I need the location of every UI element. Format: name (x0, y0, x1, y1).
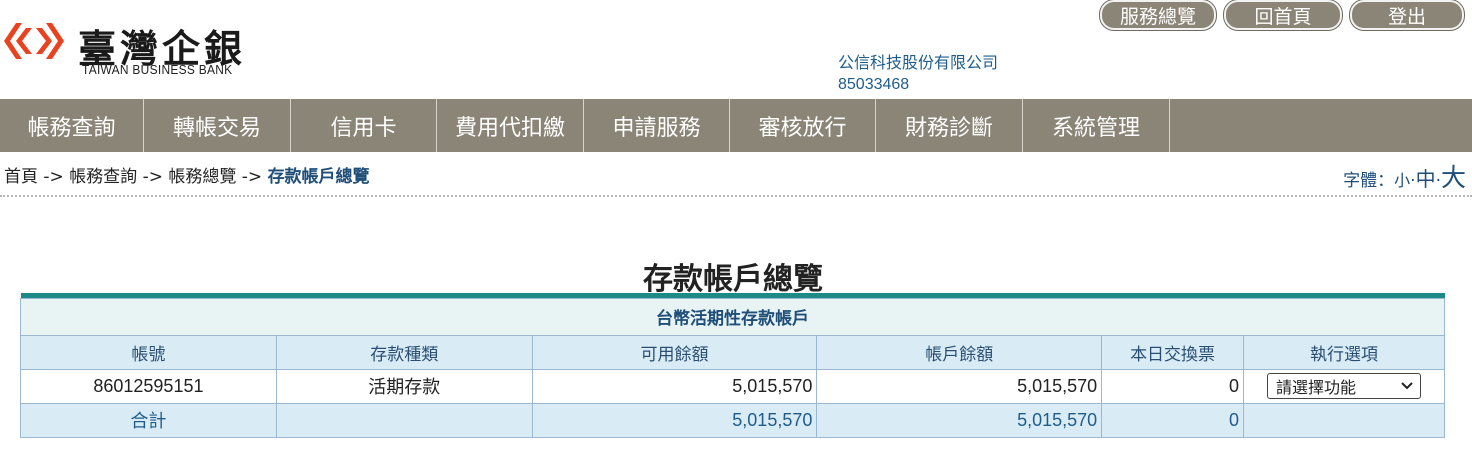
service-overview-button[interactable]: 服務總覽 (1100, 0, 1216, 30)
breadcrumb: 首頁 -> 帳務查詢 -> 帳務總覽 -> 存款帳戶總覽 (4, 162, 370, 187)
total-empty (1243, 402, 1445, 438)
breadcrumb-separator: -> (236, 167, 268, 187)
table-caption-row: 台幣活期性存款帳戶 (20, 297, 1445, 336)
bank-logo[interactable]: 臺灣企銀 TAIWAN BUSINESS BANK (2, 18, 272, 80)
header-deposit-type: 存款種類 (275, 334, 533, 370)
font-size-large[interactable]: 大 (1441, 158, 1466, 194)
font-size-small[interactable]: 小 (1394, 167, 1410, 191)
breadcrumb-home[interactable]: 首頁 (4, 167, 38, 187)
account-number[interactable]: 86012595151 (20, 368, 277, 404)
company-name: 公信科技股份有限公司 (838, 53, 999, 72)
action-cell: 請選擇功能 (1243, 368, 1445, 404)
available-balance: 5,015,570 (531, 368, 818, 404)
total-balance: 5,015,570 (816, 402, 1103, 438)
top-button-group: 服務總覽 回首頁 登出 (1100, 0, 1464, 30)
page-title: 存款帳戶總覽 (643, 262, 823, 297)
header-clearing-checks: 本日交換票 (1101, 334, 1244, 370)
table-total-row: 合計 5,015,570 5,015,570 0 (20, 402, 1445, 438)
header-account: 帳號 (20, 334, 277, 370)
breadcrumb-current: 存款帳戶總覽 (267, 167, 370, 187)
header-available-balance: 可用餘額 (531, 334, 818, 370)
header-actions: 執行選項 (1243, 334, 1445, 370)
chevron-down-icon (1401, 382, 1413, 390)
nav-financial-diagnosis[interactable]: 財務診斷 (876, 99, 1023, 152)
font-size-switcher: 字體： 小 · 中 · 大 (1343, 158, 1466, 194)
breadcrumb-account-overview[interactable]: 帳務總覽 (168, 167, 236, 187)
nav-credit-card[interactable]: 信用卡 (291, 99, 437, 152)
nav-approval[interactable]: 審核放行 (730, 99, 876, 152)
nav-system-management[interactable]: 系統管理 (1023, 99, 1170, 152)
total-clearing: 0 (1101, 402, 1244, 438)
action-select[interactable]: 請選擇功能 (1267, 373, 1421, 399)
breadcrumb-separator: -> (38, 167, 70, 187)
company-info: 公信科技股份有限公司 85033468 (838, 52, 998, 96)
bank-logo-icon (4, 23, 64, 59)
home-button[interactable]: 回首頁 (1224, 0, 1342, 30)
account-balance: 5,015,570 (816, 368, 1103, 404)
font-size-medium[interactable]: 中 (1416, 163, 1436, 192)
company-id: 85033468 (838, 76, 910, 93)
nav-application-service[interactable]: 申請服務 (584, 99, 730, 152)
clearing-checks: 0 (1101, 368, 1244, 404)
logout-button[interactable]: 登出 (1350, 0, 1464, 30)
table-header-row: 帳號 存款種類 可用餘額 帳戶餘額 本日交換票 執行選項 (20, 334, 1445, 370)
action-select-value: 請選擇功能 (1276, 378, 1357, 397)
total-empty (275, 402, 533, 438)
total-available: 5,015,570 (531, 402, 818, 438)
nav-fee-payment[interactable]: 費用代扣繳 (437, 99, 584, 152)
table-caption: 台幣活期性存款帳戶 (20, 297, 1445, 336)
font-size-label: 字體： (1343, 171, 1395, 191)
total-label: 合計 (20, 402, 277, 438)
breadcrumb-account-inquiry[interactable]: 帳務查詢 (69, 167, 137, 187)
nav-account-inquiry[interactable]: 帳務查詢 (0, 99, 144, 152)
divider (0, 195, 1472, 197)
nav-transfer[interactable]: 轉帳交易 (144, 99, 291, 152)
table-row: 86012595151 活期存款 5,015,570 5,015,570 0 請… (20, 368, 1445, 404)
header-account-balance: 帳戶餘額 (816, 334, 1103, 370)
breadcrumb-separator: -> (137, 167, 169, 187)
bank-name-en: TAIWAN BUSINESS BANK (82, 62, 233, 77)
deposit-accounts-table: 台幣活期性存款帳戶 帳號 存款種類 可用餘額 帳戶餘額 本日交換票 執行選項 8… (20, 293, 1445, 438)
deposit-type: 活期存款 (275, 368, 533, 404)
main-nav: 帳務查詢 轉帳交易 信用卡 費用代扣繳 申請服務 審核放行 財務診斷 系統管理 (0, 99, 1472, 152)
